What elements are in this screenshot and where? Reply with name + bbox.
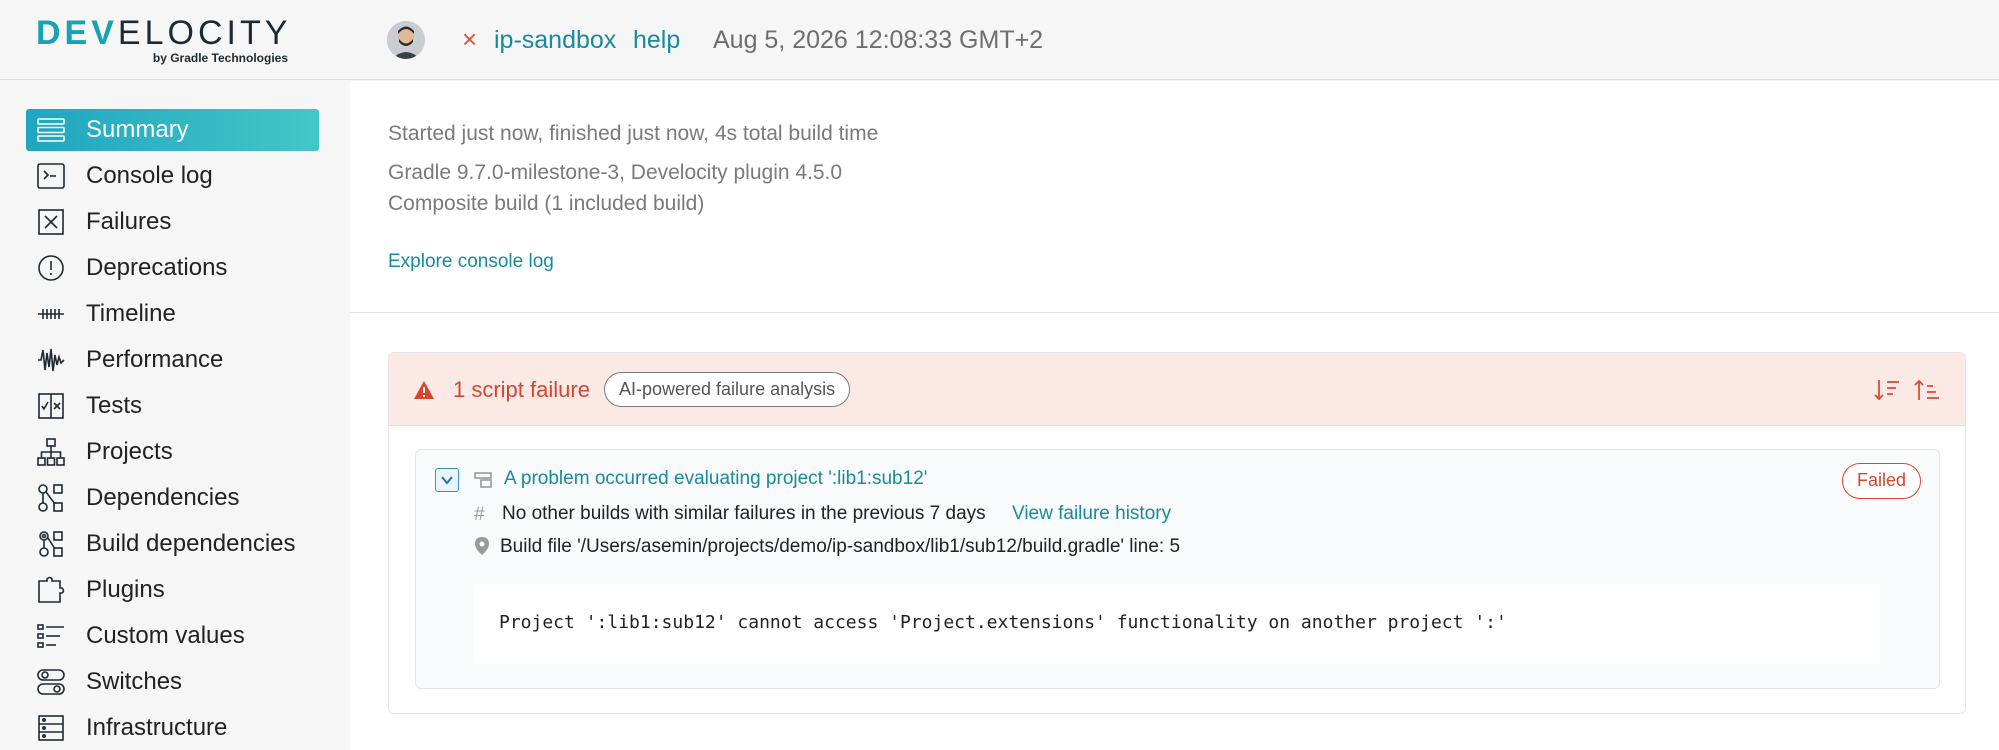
dependencies-icon — [36, 483, 66, 513]
tests-icon — [36, 391, 66, 421]
composite-build-info: Composite build (1 included build) — [388, 192, 705, 215]
sidebar-item-switches[interactable]: Switches — [26, 661, 319, 703]
sidebar-item-label: Custom values — [86, 622, 245, 649]
sidebar-item-label: Failures — [86, 208, 172, 235]
script-failure-icon — [474, 472, 492, 488]
sidebar-item-timeline[interactable]: Timeline — [26, 293, 319, 335]
location-pin-icon — [475, 537, 489, 555]
sidebar-item-label: Tests — [86, 392, 143, 419]
sidebar-item-label: Plugins — [86, 576, 165, 603]
avatar[interactable] — [387, 21, 425, 59]
projects-icon — [36, 437, 66, 467]
sidebar-item-label: Infrastructure — [86, 714, 228, 741]
deprecations-icon — [36, 253, 66, 283]
sidebar-item-dependencies[interactable]: Dependencies — [26, 477, 319, 519]
develocity-logo[interactable]: DEVELOCITY by Gradle Technologies — [36, 16, 296, 66]
task-name-link[interactable]: help — [633, 24, 680, 56]
infrastructure-icon — [36, 713, 66, 743]
failure-message-block: Project ':lib1:sub12' cannot access 'Pro… — [474, 584, 1880, 664]
sidebar-nav: Summary Console log Failures Deprecation… — [0, 81, 350, 750]
hash-icon: # — [474, 504, 485, 525]
sidebar-item-plugins[interactable]: Plugins — [26, 569, 319, 611]
sidebar-item-deprecations[interactable]: Deprecations — [26, 247, 319, 289]
expand-toggle[interactable] — [435, 468, 459, 492]
switches-icon — [36, 667, 66, 697]
sidebar-item-label: Switches — [86, 668, 183, 695]
logo-wordmark: DEVELOCITY — [36, 14, 292, 52]
custom-values-icon — [36, 621, 66, 651]
sidebar-item-build-dependencies[interactable]: Build dependencies — [26, 523, 319, 565]
build-dependencies-icon — [36, 529, 66, 559]
sidebar-item-label: Timeline — [86, 300, 176, 327]
warning-icon — [414, 381, 434, 399]
failure-message: Project ':lib1:sub12' cannot access 'Pro… — [499, 612, 1507, 633]
build-summary: Started just now, finished just now, 4s … — [350, 81, 1999, 313]
sidebar-item-failures[interactable]: Failures — [26, 201, 319, 243]
sidebar-item-label: Summary — [86, 116, 189, 143]
build-failed-icon: × — [462, 24, 478, 54]
sidebar-item-label: Performance — [86, 346, 224, 373]
sidebar-item-infrastructure[interactable]: Infrastructure — [26, 707, 319, 749]
sort-ascending-icon[interactable] — [1913, 377, 1941, 403]
failures-panel: 1 script failure AI-powered failure anal… — [388, 352, 1966, 714]
failure-item: A problem occurred evaluating project ':… — [415, 449, 1940, 689]
failures-header: 1 script failure AI-powered failure anal… — [389, 353, 1965, 426]
sidebar-item-projects[interactable]: Projects — [26, 431, 319, 473]
logo-subtext: by Gradle Technologies — [152, 51, 288, 65]
sort-descending-icon[interactable] — [1873, 377, 1901, 403]
view-failure-history-link[interactable]: View failure history — [1012, 501, 1171, 527]
sidebar-item-summary[interactable]: Summary — [26, 109, 319, 151]
timeline-icon — [36, 299, 66, 329]
failure-title-link[interactable]: A problem occurred evaluating project ':… — [504, 466, 927, 492]
chevron-down-icon — [441, 476, 453, 485]
failures-icon — [36, 207, 66, 237]
sidebar-item-label: Console log — [86, 162, 213, 189]
build-datetime: Aug 5, 2026 12:08:33 GMT+2 — [713, 26, 1044, 54]
console-icon — [36, 161, 66, 191]
build-versions: Gradle 9.7.0-milestone-3, Develocity plu… — [388, 161, 843, 184]
sidebar-item-custom-values[interactable]: Custom values — [26, 615, 319, 657]
build-timing: Started just now, finished just now, 4s … — [388, 122, 879, 145]
sidebar-item-tests[interactable]: Tests — [26, 385, 319, 427]
summary-icon — [36, 115, 66, 145]
sidebar-item-performance[interactable]: Performance — [26, 339, 319, 381]
failure-count: 1 script failure — [453, 377, 590, 402]
sort-controls — [1873, 377, 1941, 403]
sidebar-item-label: Projects — [86, 438, 173, 465]
status-badge: Failed — [1841, 463, 1921, 499]
explore-console-log-link[interactable]: Explore console log — [388, 249, 554, 275]
sidebar-item-label: Deprecations — [86, 254, 228, 281]
main-content: Started just now, finished just now, 4s … — [350, 81, 1999, 750]
sidebar-item-label: Build dependencies — [86, 530, 296, 557]
failure-location: Build file '/Users/asemin/projects/demo/… — [500, 536, 1181, 557]
project-name-link[interactable]: ip-sandbox — [494, 24, 616, 56]
ai-failure-analysis-button[interactable]: AI-powered failure analysis — [604, 372, 851, 407]
top-bar: DEVELOCITY by Gradle Technologies × ip-s… — [0, 0, 1999, 80]
sidebar-item-label: Dependencies — [86, 484, 240, 511]
performance-icon — [36, 345, 66, 375]
plugins-icon — [36, 575, 66, 605]
sidebar-item-console-log[interactable]: Console log — [26, 155, 319, 197]
similar-failures-text: No other builds with similar failures in… — [502, 503, 986, 524]
